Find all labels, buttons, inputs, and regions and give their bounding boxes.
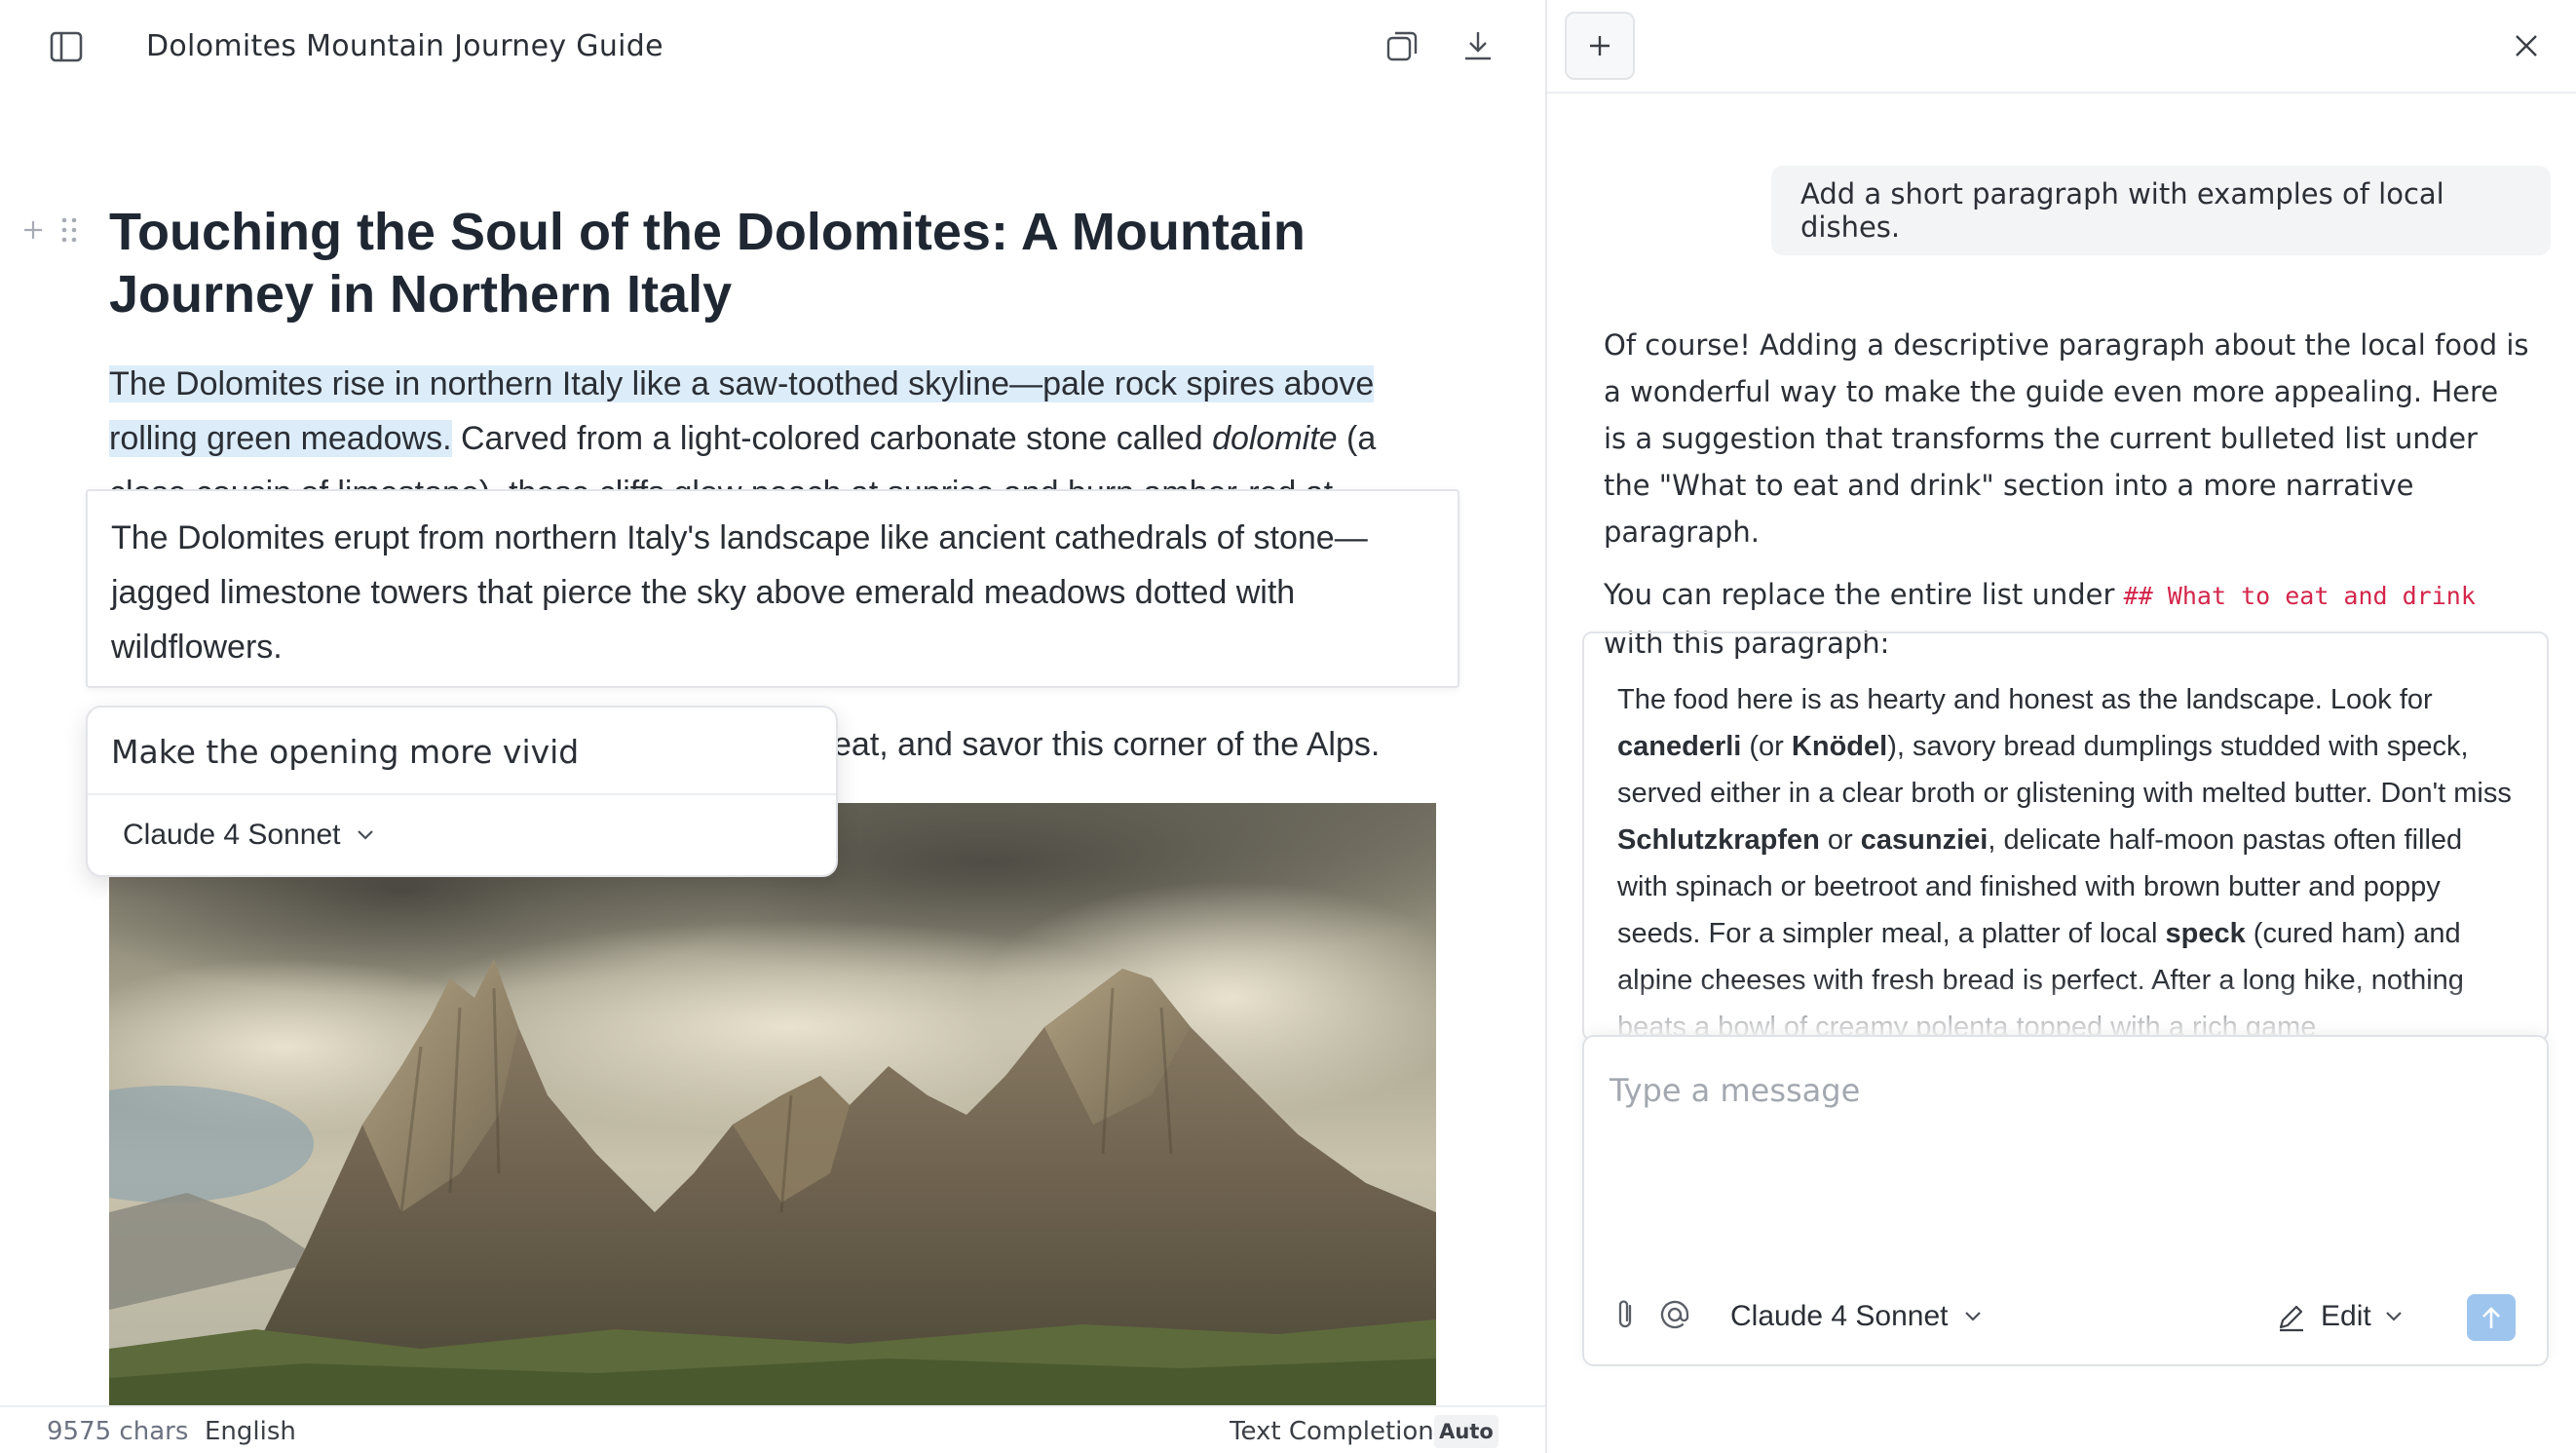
status-bar: 9575 chars English Text Completion Auto	[0, 1405, 1545, 1453]
composer-model-label: Claude 4 Sonnet	[1730, 1300, 1949, 1332]
quote-bold: Knödel	[1791, 731, 1888, 762]
new-chat-button[interactable]	[1565, 12, 1635, 80]
plus-icon	[1590, 36, 1610, 56]
edit-mode-selector[interactable]: Edit	[2276, 1300, 2403, 1333]
prompt-input[interactable]: Make the opening more vivid	[111, 733, 579, 771]
chat-pane: Add a short paragraph with examples of l…	[1545, 0, 2576, 1453]
completion-mode[interactable]: Text Completion	[1230, 1417, 1434, 1446]
second-paragraph-tail: eat, and savor this corner of the Alps.	[833, 726, 1381, 763]
auto-badge[interactable]: Auto	[1434, 1415, 1498, 1448]
mention-icon[interactable]	[1658, 1298, 1691, 1331]
close-chat-button[interactable]	[2506, 25, 2547, 66]
paperclip-icon[interactable]	[1613, 1298, 1639, 1331]
document-name: Dolomites Mountain Journey Guide	[146, 29, 663, 63]
paragraph-italic: dolomite	[1212, 420, 1338, 457]
sidebar-toggle-button[interactable]	[47, 27, 86, 66]
block-tools	[21, 216, 78, 244]
assistant-message: Of course! Adding a descriptive paragrap…	[1604, 322, 2529, 667]
quote-text: (or	[1741, 731, 1792, 762]
chat-header	[1547, 0, 2576, 94]
editor-pane: Dolomites Mountain Journey Guide Touchin…	[0, 0, 1545, 1453]
user-message: Add a short paragraph with examples of l…	[1771, 166, 2551, 255]
suggested-paragraph-card[interactable]: The food here is as hearty and honest as…	[1582, 631, 2549, 1041]
quote-bold: canederli	[1617, 731, 1742, 762]
paragraph-text: Carved from a light-colored carbonate st…	[451, 420, 1213, 457]
chevron-down-icon	[1964, 1312, 1981, 1321]
send-button[interactable]	[2467, 1294, 2516, 1341]
quote-text: The food here is as hearty and honest as…	[1617, 684, 2433, 715]
add-block-icon[interactable]	[21, 218, 45, 242]
close-icon	[2516, 35, 2537, 57]
arrow-up-icon	[2482, 1307, 2500, 1328]
quote-bold: casunziei	[1860, 824, 1989, 856]
pencil-icon	[2279, 1305, 2303, 1332]
composer-tools	[1613, 1298, 1691, 1331]
assistant-p2-text: You can replace the entire list under	[1604, 578, 2124, 611]
quote-bold: Schlutzkrapfen	[1617, 824, 1820, 856]
language-selector[interactable]: English	[205, 1417, 296, 1446]
popover-model-selector[interactable]: Claude 4 Sonnet	[123, 819, 374, 852]
composer-model-selector[interactable]: Claude 4 Sonnet	[1730, 1300, 1982, 1333]
chevron-down-icon	[2385, 1312, 2402, 1321]
download-button[interactable]	[1458, 25, 1498, 66]
assistant-paragraph-1: Of course! Adding a descriptive paragrap…	[1604, 328, 2529, 549]
inline-code: ## What to eat and drink	[2123, 582, 2476, 610]
ai-suggestion-box[interactable]: The Dolomites erupt from northern Italy'…	[86, 489, 1459, 688]
chevron-down-icon	[357, 830, 373, 840]
message-composer[interactable]: Type a message Claude 4 Sonnet Edit	[1582, 1035, 2549, 1366]
edit-label: Edit	[2321, 1300, 2371, 1332]
paragraph-text-2: (a	[1337, 420, 1377, 457]
popover-divider	[88, 793, 836, 795]
document-title[interactable]: Touching the Soul of the Dolomites: A Mo…	[109, 201, 1376, 325]
char-count: 9575 chars	[47, 1417, 189, 1446]
copy-button[interactable]	[1382, 25, 1422, 66]
message-input[interactable]: Type a message	[1610, 1072, 1860, 1109]
drag-handle-icon[interactable]	[60, 216, 78, 244]
ai-prompt-popover[interactable]: Make the opening more vivid Claude 4 Son…	[86, 706, 838, 877]
quote-bold: speck	[2165, 918, 2246, 949]
popover-model-label: Claude 4 Sonnet	[123, 819, 341, 851]
download-icon	[1465, 32, 1491, 60]
dolomites-photo	[109, 803, 1436, 1407]
copy-icon	[1386, 31, 1418, 61]
fade-overlay	[1584, 980, 2547, 1039]
quote-text: or	[1819, 824, 1861, 856]
sidebar-icon	[50, 31, 83, 62]
